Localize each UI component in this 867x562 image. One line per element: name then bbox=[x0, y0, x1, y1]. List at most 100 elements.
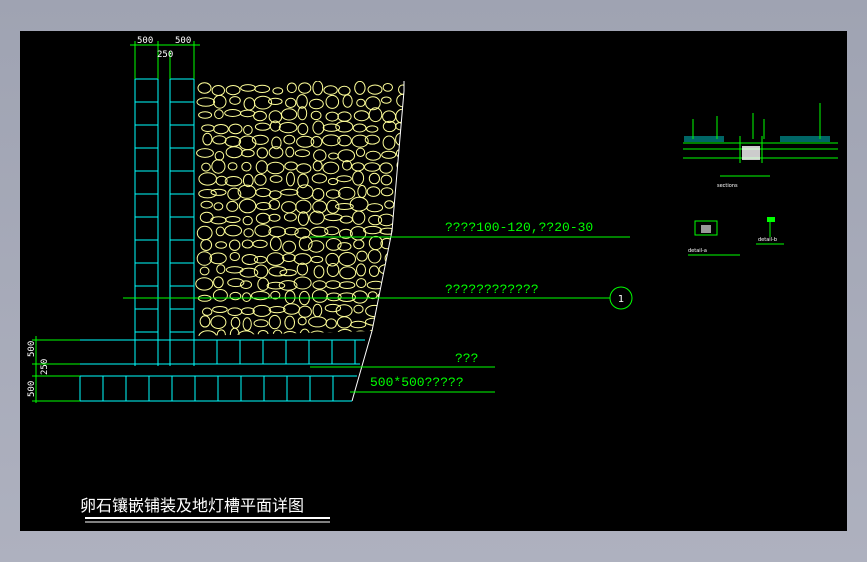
pebble bbox=[253, 110, 267, 122]
pebble bbox=[395, 132, 404, 147]
pebble bbox=[398, 84, 404, 95]
pebble bbox=[352, 170, 365, 186]
pebble bbox=[339, 266, 357, 280]
pebble bbox=[380, 187, 394, 197]
pebble bbox=[336, 328, 354, 336]
pebble bbox=[269, 236, 282, 251]
pebble bbox=[210, 188, 227, 196]
pebble bbox=[282, 253, 296, 263]
pebble bbox=[214, 151, 225, 161]
pebble bbox=[391, 224, 404, 238]
pebble bbox=[268, 213, 281, 222]
pebble bbox=[396, 159, 404, 172]
pebble bbox=[210, 216, 227, 225]
pebble bbox=[313, 149, 327, 162]
pebble bbox=[337, 111, 352, 122]
pebble bbox=[268, 314, 281, 330]
drawing-canvas[interactable]: 500 500 250 500 250 500 ????100-120,??20… bbox=[20, 31, 847, 531]
pebble bbox=[395, 268, 404, 276]
pebble bbox=[268, 266, 288, 277]
pebble bbox=[243, 97, 256, 111]
pebble bbox=[209, 252, 227, 265]
pebble bbox=[255, 160, 268, 174]
pebble bbox=[225, 146, 243, 159]
pebble bbox=[213, 276, 224, 289]
pebble bbox=[266, 281, 286, 290]
pebble bbox=[241, 254, 259, 265]
pebble bbox=[297, 106, 308, 121]
pebble bbox=[253, 264, 269, 279]
annotation-short: ??? bbox=[455, 351, 478, 366]
pebble bbox=[296, 262, 309, 276]
pebble bbox=[283, 134, 296, 145]
pebble bbox=[224, 136, 242, 147]
pebble bbox=[197, 82, 212, 94]
horizontal-tile-row bbox=[79, 339, 365, 402]
pebble bbox=[327, 177, 339, 186]
pebble bbox=[294, 149, 310, 158]
pebble bbox=[382, 135, 396, 150]
pebble bbox=[364, 162, 381, 172]
pebble bbox=[216, 329, 226, 336]
dim-top-mid: 250 bbox=[157, 50, 173, 60]
pebble bbox=[398, 320, 404, 330]
pebble bbox=[284, 315, 296, 330]
pebble bbox=[353, 304, 364, 314]
pebble bbox=[272, 329, 283, 336]
pebble bbox=[213, 202, 224, 211]
pebble bbox=[255, 202, 272, 211]
pebble bbox=[238, 198, 257, 214]
pebble bbox=[366, 203, 384, 213]
pebble bbox=[212, 306, 228, 313]
pebble bbox=[224, 109, 242, 117]
pebble bbox=[210, 315, 227, 330]
pebble bbox=[281, 201, 297, 214]
pebble bbox=[337, 242, 352, 251]
pebble bbox=[240, 109, 256, 118]
pebble bbox=[284, 227, 299, 236]
pebble bbox=[322, 161, 340, 175]
pebble bbox=[201, 162, 211, 172]
pebble bbox=[254, 173, 267, 186]
pebble bbox=[325, 318, 337, 329]
pebble bbox=[309, 98, 324, 110]
pebble bbox=[253, 255, 267, 264]
pebble bbox=[353, 110, 370, 122]
pebble bbox=[398, 200, 404, 215]
pebble bbox=[310, 136, 323, 148]
pebble bbox=[285, 97, 297, 109]
pebble bbox=[395, 188, 404, 198]
pebble bbox=[199, 315, 211, 328]
thumbnail-detail-b[interactable]: detail-b bbox=[756, 217, 784, 245]
pebble bbox=[382, 83, 393, 92]
pebble bbox=[309, 330, 326, 336]
pebble bbox=[283, 212, 297, 222]
pebble bbox=[286, 171, 295, 187]
pebble bbox=[384, 200, 395, 209]
pebble bbox=[200, 239, 213, 251]
thumbnail-detail-a[interactable]: detail-a bbox=[688, 220, 740, 256]
pebble bbox=[254, 84, 271, 94]
pebble bbox=[324, 226, 340, 236]
pebble bbox=[297, 173, 309, 189]
pebble bbox=[224, 224, 242, 237]
pebble bbox=[241, 149, 255, 158]
thumbnail-section[interactable]: sections bbox=[683, 103, 838, 189]
pebble bbox=[338, 252, 357, 267]
pebble bbox=[286, 82, 297, 94]
pebble bbox=[266, 161, 285, 175]
pebble bbox=[351, 290, 368, 304]
pebble bbox=[226, 200, 239, 212]
pebble bbox=[312, 188, 325, 201]
pebble bbox=[201, 124, 215, 132]
pebble bbox=[342, 94, 353, 108]
pebble bbox=[380, 174, 393, 186]
pebble bbox=[363, 225, 382, 235]
pebble bbox=[214, 109, 224, 120]
pebble bbox=[336, 316, 352, 329]
pebble bbox=[312, 280, 327, 290]
pebble bbox=[227, 307, 243, 317]
pebble bbox=[229, 239, 241, 251]
pebble bbox=[398, 175, 404, 187]
pebble bbox=[242, 215, 253, 226]
